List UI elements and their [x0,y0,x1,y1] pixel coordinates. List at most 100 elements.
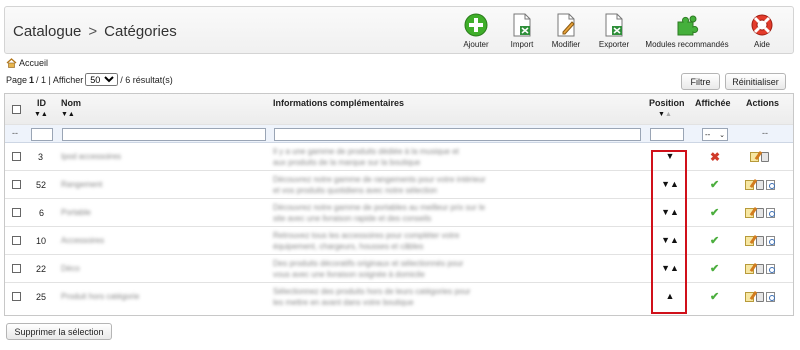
filter-checkbox-placeholder: -- [12,128,18,138]
row-checkbox[interactable] [12,264,21,275]
lifebuoy-icon [751,14,773,36]
displayed-filter-value: -- [705,130,711,139]
view-icon[interactable] [766,292,775,302]
per-page-select[interactable]: 50 [85,73,119,86]
export-button[interactable]: Exporter [595,9,633,53]
row-name: Portable [61,208,91,217]
excel-import-icon [513,13,531,37]
row-actions [750,152,769,162]
row-checkbox[interactable] [12,236,21,247]
row-actions [745,208,775,218]
table-row[interactable]: 3 Ipod accessoires Il y a une gamme de p… [5,143,793,171]
reset-button[interactable]: Réinitialiser [725,73,786,90]
table-row[interactable]: 10 Accessoires Retrouvez tous les access… [5,227,793,255]
table-row[interactable]: 52 Rangement Découvrez notre gamme de ra… [5,171,793,199]
enabled-check-icon[interactable]: ✔ [710,290,719,303]
plus-circle-icon [464,13,488,37]
column-header-name[interactable]: Nom [61,98,81,108]
home-breadcrumb[interactable]: Accueil [6,58,48,68]
page-label: Page [6,74,28,85]
move-up-icon[interactable]: ▲ [655,291,685,301]
row-actions [745,180,775,190]
delete-selection-button[interactable]: Supprimer la sélection [6,323,112,340]
enabled-check-icon[interactable]: ✔ [710,178,719,191]
name-filter-input[interactable] [62,128,266,141]
position-filter-input[interactable] [650,128,684,141]
edit-icon[interactable] [745,264,754,274]
row-name: Produit hors catégorie [61,292,140,301]
column-header-actions: Actions [746,98,780,108]
delete-icon[interactable] [756,264,764,274]
disabled-cross-icon[interactable]: ✖ [710,150,720,164]
select-all-checkbox[interactable] [12,105,21,116]
enabled-check-icon[interactable]: ✔ [710,206,719,219]
row-actions [745,236,775,246]
row-actions [745,292,775,302]
table-row[interactable]: 25 Produit hors catégorie Sélectionnez d… [5,283,793,311]
delete-icon[interactable] [756,236,764,246]
row-checkbox[interactable] [12,292,21,303]
enabled-check-icon[interactable]: ✔ [710,234,719,247]
row-info: Découvrez notre gamme de portables au me… [273,203,486,223]
row-checkbox[interactable] [12,208,21,219]
delete-icon[interactable] [756,180,764,190]
pagination: Page 1 / 1 | Afficher 50 / 6 résultat(s) [6,73,173,86]
row-name: Déco [61,264,80,273]
row-info: Des produits décoratifs originaux et sél… [273,259,464,279]
edit-icon[interactable] [745,292,754,302]
edit-icon[interactable] [745,180,754,190]
breadcrumb-section[interactable]: Catalogue [13,23,81,40]
sort-id-arrows-icon[interactable]: ▼▲ [34,111,48,118]
delete-icon[interactable] [756,292,764,302]
edit-icon[interactable] [745,236,754,246]
column-header-info: Informations complémentaires [273,98,405,108]
breadcrumb-page: Catégories [104,23,177,40]
page-count-text: / 1 | Afficher [36,74,84,85]
view-icon[interactable] [766,180,775,190]
row-info: Sélectionnez des produits hors de leurs … [273,287,471,307]
sort-position-arrows-icon[interactable]: ▼▲ [658,111,672,118]
move-both-icon[interactable]: ▼▲ [655,207,685,217]
view-icon[interactable] [766,208,775,218]
move-both-icon[interactable]: ▼▲ [655,235,685,245]
table-row[interactable]: 6 Portable Découvrez notre gamme de port… [5,199,793,227]
id-filter-input[interactable] [31,128,53,141]
add-button-label: Ajouter [463,40,489,49]
move-both-icon[interactable]: ▼▲ [655,179,685,189]
help-button[interactable]: Aide [745,9,779,53]
excel-export-icon [605,13,623,37]
move-both-icon[interactable]: ▼▲ [655,263,685,273]
delete-icon[interactable] [761,152,769,162]
import-button[interactable]: Import [505,9,539,53]
add-button[interactable]: Ajouter [459,9,493,53]
column-header-id[interactable]: ID [37,98,46,108]
displayed-filter-select[interactable]: -- ⌄ [702,128,728,141]
home-icon [6,58,17,68]
move-down-icon[interactable]: ▼ [655,151,685,161]
result-count: / 6 résultat(s) [120,74,173,85]
help-button-label: Aide [753,40,770,49]
recommended-modules-button[interactable]: Modules recommandés [643,9,731,53]
sort-name-arrows-icon[interactable]: ▼▲ [61,111,75,118]
view-icon[interactable] [766,264,775,274]
categories-table: ID ▼▲ Nom ▼▲ Informations complémentaire… [4,93,794,316]
enabled-check-icon[interactable]: ✔ [710,262,719,275]
home-link[interactable]: Accueil [19,58,48,68]
row-info: Retrouvez tous les accessoires pour comp… [273,231,460,251]
filter-button[interactable]: Filtre [681,73,720,90]
info-filter-input[interactable] [274,128,641,141]
row-name: Rangement [61,180,103,189]
view-icon[interactable] [766,236,775,246]
row-name: Ipod accessoires [61,152,122,161]
row-checkbox[interactable] [12,180,21,191]
delete-icon[interactable] [756,208,764,218]
recommended-modules-label: Modules recommandés [645,40,729,49]
edit-icon[interactable] [750,152,759,162]
column-header-displayed: Affichée [695,98,731,108]
column-header-position[interactable]: Position [649,98,685,108]
row-checkbox[interactable] [12,152,21,163]
edit-button[interactable]: Modifier [549,9,583,53]
table-row[interactable]: 22 Déco Des produits décoratifs originau… [5,255,793,283]
edit-icon[interactable] [745,208,754,218]
current-page: 1 [29,74,35,85]
